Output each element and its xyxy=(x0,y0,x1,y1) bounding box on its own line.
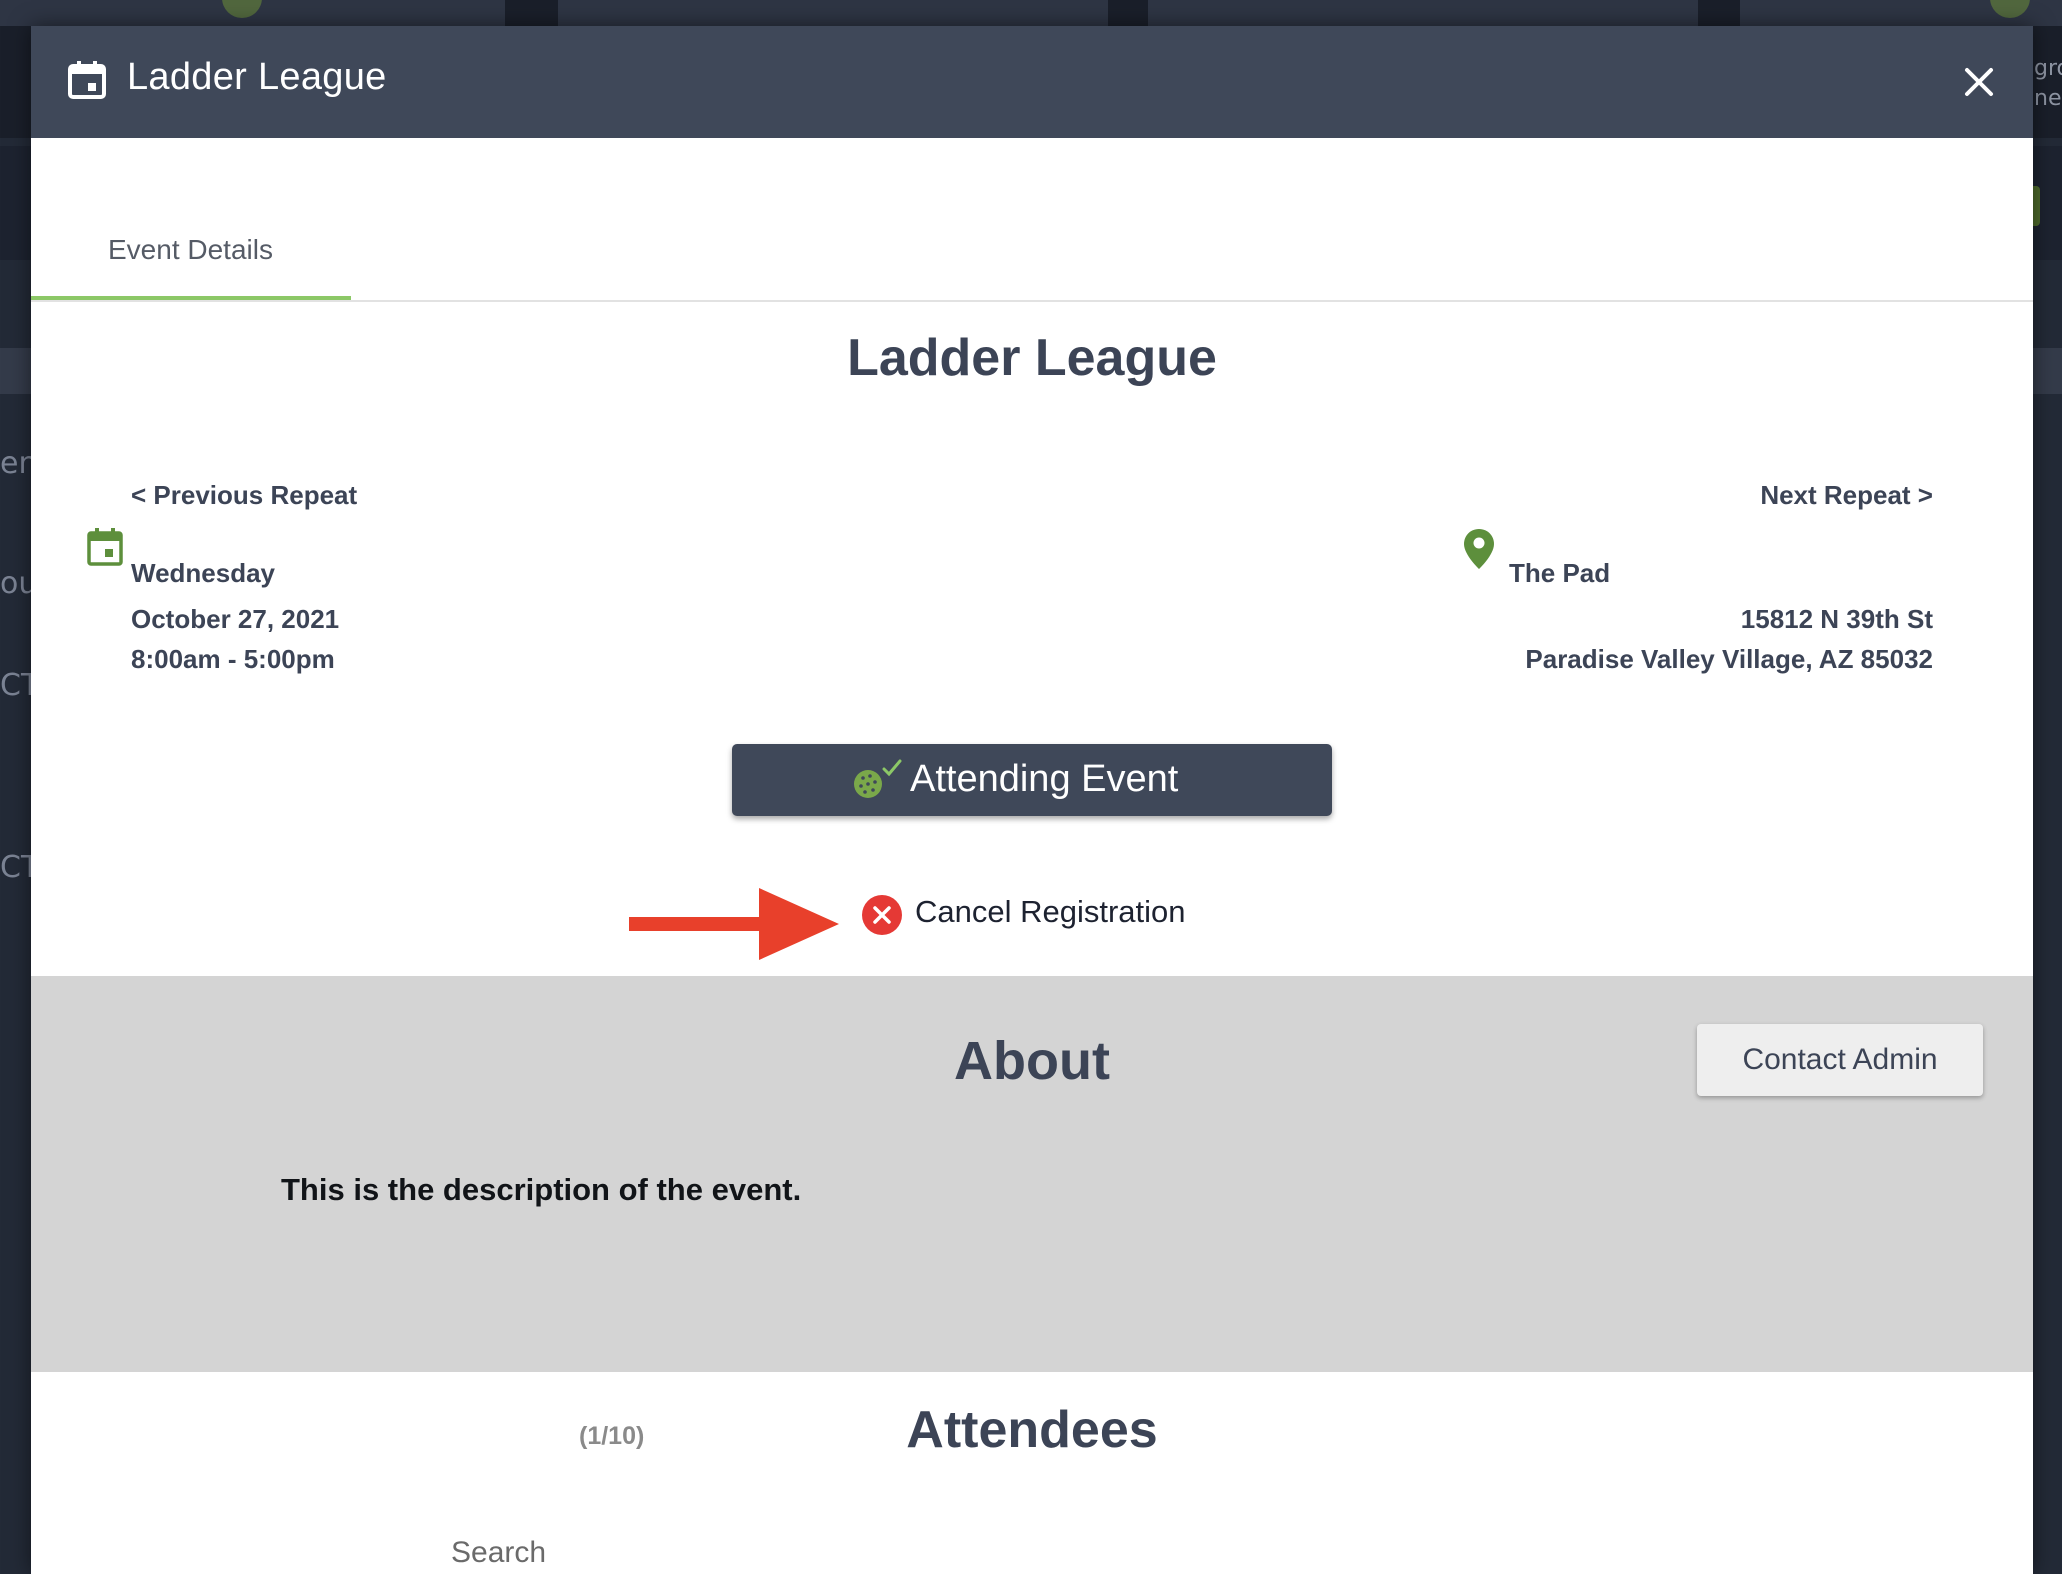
location-pin-icon xyxy=(1464,529,1494,569)
previous-repeat-link[interactable]: < Previous Repeat xyxy=(131,480,357,511)
calendar-icon xyxy=(87,528,123,566)
event-title: Ladder League xyxy=(847,329,1217,387)
pickleball-check-icon xyxy=(854,759,902,798)
cancel-icon[interactable] xyxy=(861,894,903,936)
tab-active-indicator xyxy=(31,296,351,300)
event-day: Wednesday xyxy=(131,558,276,588)
modal-header: Ladder League xyxy=(31,26,2033,138)
event-modal: Ladder League Event Details Ladder Leagu… xyxy=(31,26,2033,1574)
modal-title: Ladder League xyxy=(127,56,387,98)
attending-event-label: Attending Event xyxy=(910,758,1179,800)
about-section: About Contact Admin This is the descript… xyxy=(31,976,2033,1372)
location-name: The Pad xyxy=(1509,558,1611,588)
tab-label: Event Details xyxy=(108,234,273,265)
background-card xyxy=(1148,0,1698,26)
background-text: gro xyxy=(2034,56,2062,81)
tab-event-details[interactable]: Event Details xyxy=(31,138,351,300)
attending-event-button[interactable]: Attending Event xyxy=(732,744,1332,816)
tab-bar: Event Details xyxy=(31,138,2033,302)
calendar-icon xyxy=(68,61,106,99)
cancel-registration-link[interactable]: Cancel Registration xyxy=(915,894,1186,930)
contact-admin-button[interactable]: Contact Admin xyxy=(1697,1024,1983,1096)
red-arrow-annotation xyxy=(629,888,839,960)
event-description: This is the description of the event. xyxy=(281,1172,802,1207)
background-card xyxy=(558,0,1108,26)
event-time: 8:00am - 5:00pm xyxy=(131,644,335,674)
attendee-search-input[interactable] xyxy=(451,1528,951,1574)
event-date: October 27, 2021 xyxy=(131,604,340,634)
close-icon[interactable] xyxy=(1959,62,1999,102)
address-line-1: 15812 N 39th St xyxy=(1740,604,1933,634)
address-line-2: Paradise Valley Village, AZ 85032 xyxy=(1525,644,1933,674)
background-text: ner xyxy=(2034,86,2062,111)
next-repeat-link[interactable]: Next Repeat > xyxy=(1760,480,1933,511)
attendees-title: Attendees xyxy=(906,1401,1158,1459)
